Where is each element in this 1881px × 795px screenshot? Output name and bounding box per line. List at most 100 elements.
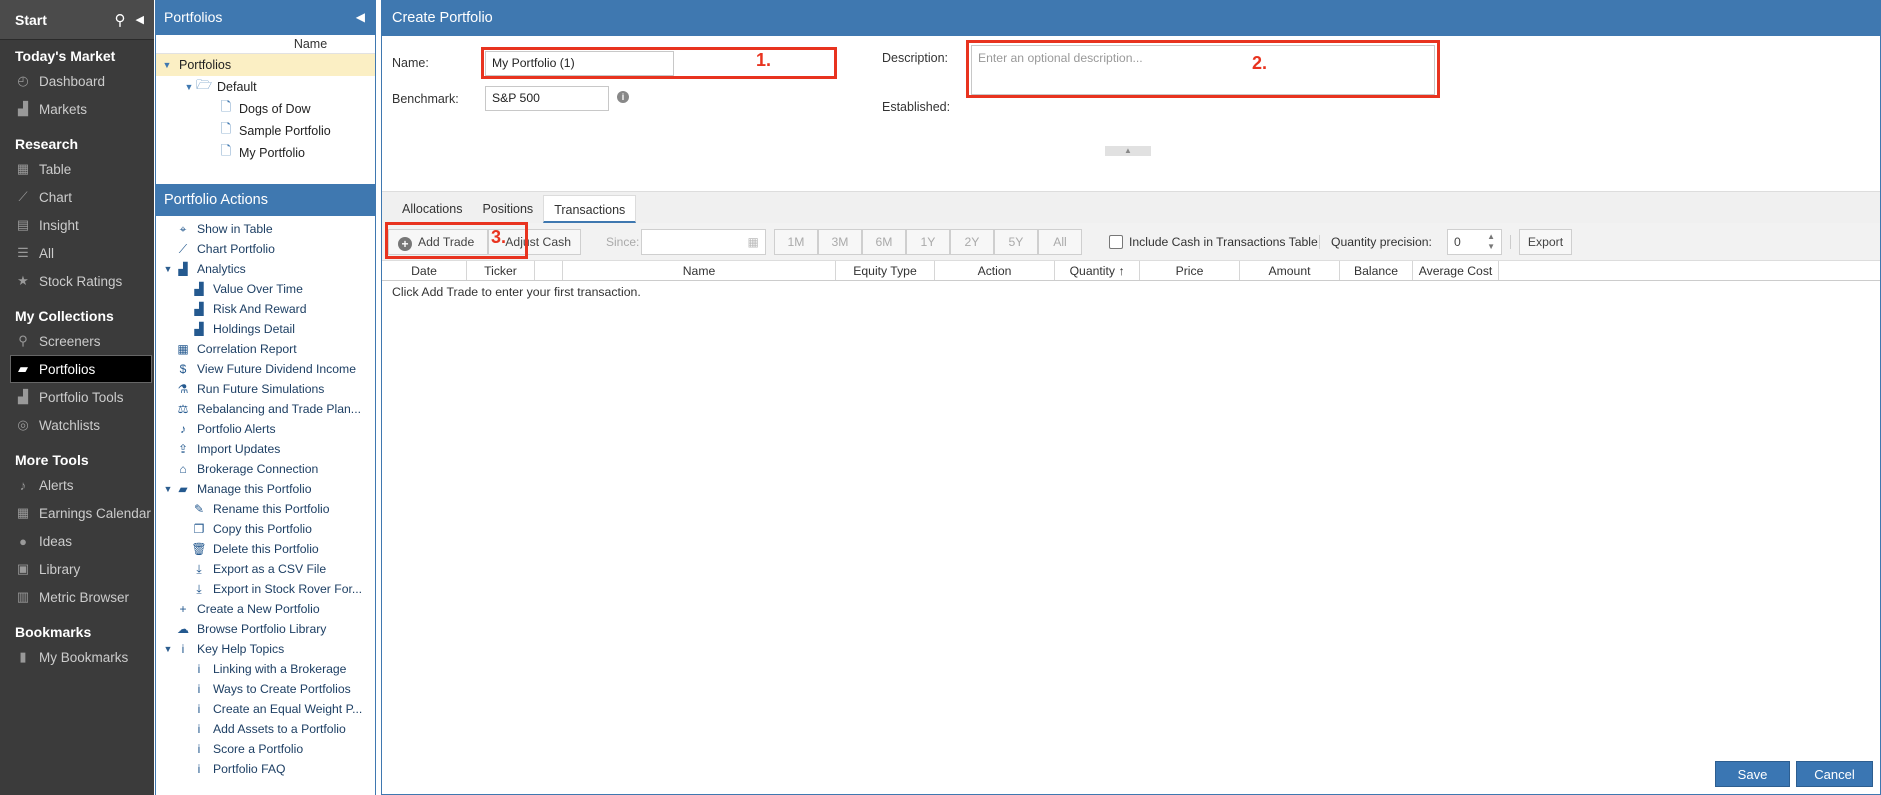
action-rebalancing-and-trade-plan[interactable]: ⚖ Rebalancing and Trade Plan...	[156, 399, 375, 419]
export-button[interactable]: Export	[1519, 229, 1572, 255]
sidebar-item-earnings-calendar[interactable]: ▦ Earnings Calendar	[0, 499, 154, 527]
action-risk-and-reward[interactable]: ▟ Risk And Reward	[156, 299, 375, 319]
collapse-left-icon[interactable]: ◀	[136, 13, 144, 26]
expand-toggle-icon[interactable]: ▼	[161, 644, 175, 654]
tree-node-my-portfolio[interactable]: 🗋 My Portfolio	[156, 142, 375, 164]
sidebar-item-my-bookmarks[interactable]: ▮ My Bookmarks	[0, 643, 154, 671]
column-header-amount[interactable]: Amount	[1240, 261, 1340, 280]
calendar-icon[interactable]: ▦	[747, 235, 759, 249]
sidebar-item-all[interactable]: ☰ All	[0, 239, 154, 267]
column-header-quantity[interactable]: Quantity ↑	[1055, 261, 1140, 280]
expand-toggle-icon[interactable]: ▼	[161, 60, 173, 70]
stepper-arrows-icon[interactable]: ▲ ▼	[1487, 232, 1495, 252]
period-button-6m[interactable]: 6M	[862, 229, 906, 255]
toolbar-divider	[1319, 235, 1320, 249]
sidebar-item-screeners[interactable]: ⚲ Screeners	[0, 327, 154, 355]
search-icon[interactable]: ⚲	[115, 11, 126, 29]
expand-toggle-icon[interactable]: ▼	[161, 264, 175, 274]
start-button[interactable]: Start	[15, 12, 115, 28]
period-button-3m[interactable]: 3M	[818, 229, 862, 255]
benchmark-input[interactable]: S&P 500	[485, 86, 609, 111]
action-correlation-report[interactable]: ▦ Correlation Report	[156, 339, 375, 359]
action-create-an-equal-weight-p[interactable]: i Create an Equal Weight P...	[156, 699, 375, 719]
action-chart-portfolio[interactable]: ⟋ Chart Portfolio	[156, 239, 375, 259]
collapse-left-icon[interactable]: ◀	[356, 0, 365, 35]
period-button-all[interactable]: All	[1038, 229, 1082, 255]
action-add-assets-to-a-portfolio[interactable]: i Add Assets to a Portfolio	[156, 719, 375, 739]
sidebar-item-portfolio-tools[interactable]: ▟ Portfolio Tools	[0, 383, 154, 411]
sidebar-item-stock-ratings[interactable]: ★ Stock Ratings	[0, 267, 154, 295]
action-view-future-dividend-income[interactable]: $ View Future Dividend Income	[156, 359, 375, 379]
action-portfolio-alerts[interactable]: ♪ Portfolio Alerts	[156, 419, 375, 439]
action-label: Analytics	[197, 262, 246, 276]
action-export-in-stock-rover-for[interactable]: ⤓ Export in Stock Rover For...	[156, 579, 375, 599]
cancel-button[interactable]: Cancel	[1796, 761, 1873, 787]
save-button[interactable]: Save	[1715, 761, 1790, 787]
action-delete-this-portfolio[interactable]: 🗑 Delete this Portfolio	[156, 539, 375, 559]
sidebar-item-ideas[interactable]: ● Ideas	[0, 527, 154, 555]
collapse-form-handle[interactable]: ▲	[1105, 146, 1151, 156]
column-header-blank[interactable]	[535, 261, 563, 280]
action-label: Add Assets to a Portfolio	[213, 722, 346, 736]
action-ways-to-create-portfolios[interactable]: i Ways to Create Portfolios	[156, 679, 375, 699]
column-header-equity-type[interactable]: Equity Type	[836, 261, 935, 280]
column-header-balance[interactable]: Balance	[1340, 261, 1413, 280]
action-brokerage-connection[interactable]: ⌂ Brokerage Connection	[156, 459, 375, 479]
action-holdings-detail[interactable]: ▟ Holdings Detail	[156, 319, 375, 339]
action-value-over-time[interactable]: ▟ Value Over Time	[156, 279, 375, 299]
period-button-5y[interactable]: 5Y	[994, 229, 1038, 255]
action-copy-this-portfolio[interactable]: ❐ Copy this Portfolio	[156, 519, 375, 539]
action-score-a-portfolio[interactable]: i Score a Portfolio	[156, 739, 375, 759]
action-analytics[interactable]: ▼ ▟ Analytics	[156, 259, 375, 279]
dollar-icon: $	[179, 362, 187, 376]
action-show-in-table[interactable]: ⌖ Show in Table	[156, 219, 375, 239]
sort-ascending-icon[interactable]: ↑	[1115, 264, 1124, 278]
column-header-name[interactable]: Name	[563, 261, 836, 280]
sidebar-item-library[interactable]: ▣ Library	[0, 555, 154, 583]
period-button-1y[interactable]: 1Y	[906, 229, 950, 255]
period-button-2y[interactable]: 2Y	[950, 229, 994, 255]
action-import-updates[interactable]: ⇪ Import Updates	[156, 439, 375, 459]
column-header-ticker[interactable]: Ticker	[467, 261, 535, 280]
tab-transactions[interactable]: Transactions	[543, 195, 637, 223]
sidebar-item-watchlists[interactable]: ◎ Watchlists	[0, 411, 154, 439]
sidebar-item-alerts[interactable]: ♪ Alerts	[0, 471, 154, 499]
include-cash-label[interactable]: Include Cash in Transactions Table	[1129, 235, 1318, 249]
action-key-help-topics[interactable]: ▼ i Key Help Topics	[156, 639, 375, 659]
column-header-name[interactable]: Name	[156, 35, 375, 54]
sidebar-item-table[interactable]: ▦ Table	[0, 155, 154, 183]
info-icon[interactable]: i	[617, 91, 629, 103]
action-export-as-a-csv-file[interactable]: ⤓ Export as a CSV File	[156, 559, 375, 579]
since-date-input[interactable]: ▦	[641, 229, 766, 255]
expand-toggle-icon[interactable]: ▼	[183, 82, 195, 92]
column-header-average-cost[interactable]: Average Cost	[1413, 261, 1499, 280]
sidebar-item-insight[interactable]: ▤ Insight	[0, 211, 154, 239]
qty-precision-stepper[interactable]: 0 ▲ ▼	[1447, 229, 1502, 255]
edit-icon: ✎	[193, 502, 205, 516]
action-browse-portfolio-library[interactable]: ☁ Browse Portfolio Library	[156, 619, 375, 639]
tree-node-sample-portfolio[interactable]: 🗋 Sample Portfolio	[156, 120, 375, 142]
include-cash-checkbox[interactable]	[1109, 235, 1123, 249]
sidebar-item-chart[interactable]: ⟋ Chart	[0, 183, 154, 211]
tab-positions[interactable]: Positions	[472, 195, 543, 223]
action-portfolio-faq[interactable]: i Portfolio FAQ	[156, 759, 375, 779]
expand-toggle-icon[interactable]: ▼	[161, 484, 175, 494]
tree-node-default[interactable]: ▼ 🗁 Default	[156, 76, 375, 98]
tree-node-dogs-of-dow[interactable]: 🗋 Dogs of Dow	[156, 98, 375, 120]
column-header-action[interactable]: Action	[935, 261, 1055, 280]
action-rename-this-portfolio[interactable]: ✎ Rename this Portfolio	[156, 499, 375, 519]
sidebar-item-markets[interactable]: ▟ Markets	[0, 95, 154, 123]
action-run-future-simulations[interactable]: ⚗ Run Future Simulations	[156, 379, 375, 399]
action-linking-with-a-brokerage[interactable]: i Linking with a Brokerage	[156, 659, 375, 679]
action-create-a-new-portfolio[interactable]: + Create a New Portfolio	[156, 599, 375, 619]
sidebar-item-label: Ideas	[39, 533, 73, 549]
sidebar-item-dashboard[interactable]: ◴ Dashboard	[0, 67, 154, 95]
column-header-date[interactable]: Date	[382, 261, 467, 280]
sidebar-item-portfolios[interactable]: ▰ Portfolios	[10, 355, 152, 383]
action-manage-this-portfolio[interactable]: ▼ ▰ Manage this Portfolio	[156, 479, 375, 499]
column-header-price[interactable]: Price	[1140, 261, 1240, 280]
tab-allocations[interactable]: Allocations	[392, 195, 472, 223]
period-button-1m[interactable]: 1M	[774, 229, 818, 255]
sidebar-item-metric-browser[interactable]: ▥ Metric Browser	[0, 583, 154, 611]
tree-node-portfolios[interactable]: ▼ Portfolios	[156, 54, 375, 76]
